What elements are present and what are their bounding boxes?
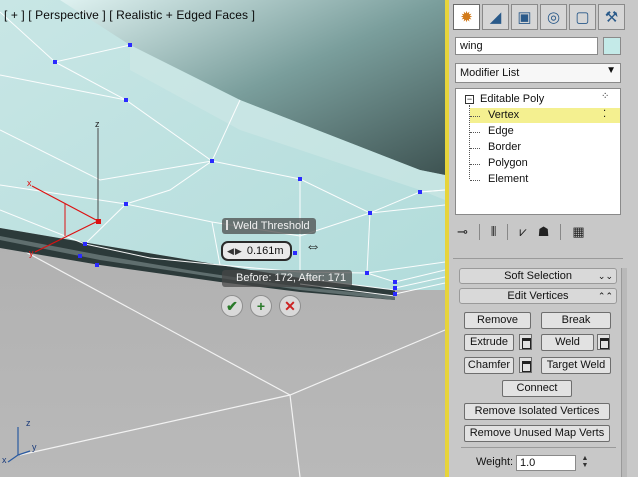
object-color-swatch[interactable]	[603, 37, 621, 55]
chevron-down-icon: ▼	[606, 65, 616, 76]
spinner-left-arrow-icon[interactable]: ◀	[227, 246, 234, 257]
command-panel: ✹ ◢ ▣ ◎ ▢ ⚒ wing Modifier List ▼ − Edita…	[445, 0, 638, 477]
subobject-dots-icon: ⁘	[601, 91, 611, 102]
tab-hierarchy[interactable]: ▣	[511, 4, 538, 30]
tab-motion[interactable]: ◎	[540, 4, 567, 30]
spinner-right-arrow-icon[interactable]: ▶	[235, 246, 242, 257]
extrude-button[interactable]: Extrude	[464, 334, 514, 351]
plus-icon: +	[256, 298, 266, 314]
remove-isolated-vertices-button[interactable]: Remove Isolated Vertices	[464, 403, 610, 420]
chamfer-button[interactable]: Chamfer	[464, 357, 514, 374]
weight-spinner[interactable]: ▲ ▼	[580, 455, 590, 471]
soft-selection-rollout[interactable]: Soft Selection ⌄⌄	[459, 268, 617, 284]
edit-vertices-rollout[interactable]: Edit Vertices ⌃⌃	[459, 288, 617, 304]
tripod-label-y: y	[32, 442, 37, 452]
configure-modifier-sets-icon[interactable]: ▦	[572, 224, 584, 240]
weight-input[interactable]: 1.0	[516, 455, 576, 471]
tab-display[interactable]: ▢	[569, 4, 596, 30]
perspective-viewport[interactable]: z x y z x y [ + ] [ Perspective ] [ Real…	[0, 0, 445, 477]
hierarchy-icon: ▣	[517, 9, 532, 26]
soft-selection-title: Soft Selection	[504, 270, 572, 282]
caddy-title-text: Weld Threshold	[233, 220, 310, 232]
chevron-down-icon: ⌄⌄	[597, 271, 613, 281]
remove-button[interactable]: Remove	[464, 312, 531, 329]
modifier-stack: − Editable Poly Vertex Edge Border Polyg…	[455, 88, 621, 215]
tripod-label-z: z	[26, 418, 31, 428]
viewport-label[interactable]: [ + ] [ Perspective ] [ Realistic + Edge…	[4, 8, 255, 22]
remove-unused-map-verts-button[interactable]: Remove Unused Map Verts	[464, 425, 610, 442]
edit-vertices-title: Edit Vertices	[507, 290, 569, 302]
command-panel-tabs: ✹ ◢ ▣ ◎ ▢ ⚒	[449, 4, 638, 32]
gizmo-label-x: x	[27, 178, 32, 188]
caddy-apply-button[interactable]: +	[250, 295, 272, 317]
break-button[interactable]: Break	[541, 312, 611, 329]
stack-item-element[interactable]: Element	[488, 172, 528, 187]
cancel-icon: ✕	[284, 297, 296, 314]
viewport-scene: z x y z x y	[0, 0, 445, 477]
weld-settings-button[interactable]	[597, 334, 610, 350]
stack-item-border[interactable]: Border	[488, 140, 521, 155]
caddy-grip-icon[interactable]	[226, 220, 228, 230]
collapse-icon[interactable]: −	[465, 95, 474, 104]
caddy-vertex-count: Before: 172, After: 171	[222, 270, 353, 287]
stack-item-polygon[interactable]: Polygon	[488, 156, 528, 171]
caddy-cancel-button[interactable]: ✕	[279, 295, 301, 317]
subobject-dots-icon: ⁚	[603, 109, 607, 120]
tab-modify[interactable]: ◢	[482, 4, 509, 30]
modify-icon: ◢	[489, 9, 502, 26]
weld-threshold-spinner[interactable]: ◀ ▶ 0.161m	[221, 241, 292, 261]
utilities-icon: ⚒	[604, 9, 619, 26]
chevron-up-icon: ⌃⌃	[597, 291, 613, 301]
motion-icon: ◎	[546, 9, 561, 26]
extrude-settings-button[interactable]	[519, 334, 532, 350]
chamfer-settings-button[interactable]	[519, 357, 532, 373]
pin-stack-icon[interactable]: ⊸	[457, 224, 468, 240]
weld-button[interactable]: Weld	[541, 334, 594, 351]
create-icon: ✹	[460, 9, 473, 26]
weld-threshold-value[interactable]: 0.161m	[247, 245, 284, 257]
tab-create[interactable]: ✹	[453, 4, 480, 30]
caddy-ok-button[interactable]: ✔	[221, 295, 243, 317]
stack-item-edge[interactable]: Edge	[488, 124, 514, 139]
object-name-field[interactable]: wing	[455, 37, 598, 55]
resize-cursor-icon: ⇔	[305, 238, 321, 255]
remove-modifier-icon[interactable]: ☗	[538, 224, 550, 240]
tripod-label-x: x	[2, 455, 7, 465]
tab-utilities[interactable]: ⚒	[598, 4, 625, 30]
stack-item-vertex[interactable]: Vertex	[470, 108, 620, 123]
modifier-list-dropdown[interactable]: Modifier List ▼	[455, 63, 621, 83]
panel-scrollbar[interactable]	[621, 268, 627, 477]
gizmo-label-z: z	[95, 119, 100, 129]
stack-item-editable-poly[interactable]: Editable Poly	[480, 92, 544, 107]
connect-button[interactable]: Connect	[502, 380, 572, 397]
show-end-result-icon[interactable]: ⫴	[491, 224, 496, 240]
gizmo-label-y: y	[29, 248, 34, 258]
caddy-title: Weld Threshold	[222, 218, 316, 234]
checkmark-icon: ✔	[226, 297, 238, 314]
make-unique-icon[interactable]: ⩗	[519, 224, 526, 240]
stack-toolbar: ⊸ ⫴ ⩗ ☗ ▦	[457, 222, 623, 242]
target-weld-button[interactable]: Target Weld	[541, 357, 611, 374]
modifier-list-label: Modifier List	[460, 67, 520, 79]
display-icon: ▢	[575, 9, 590, 26]
weight-label: Weight:	[476, 456, 514, 468]
